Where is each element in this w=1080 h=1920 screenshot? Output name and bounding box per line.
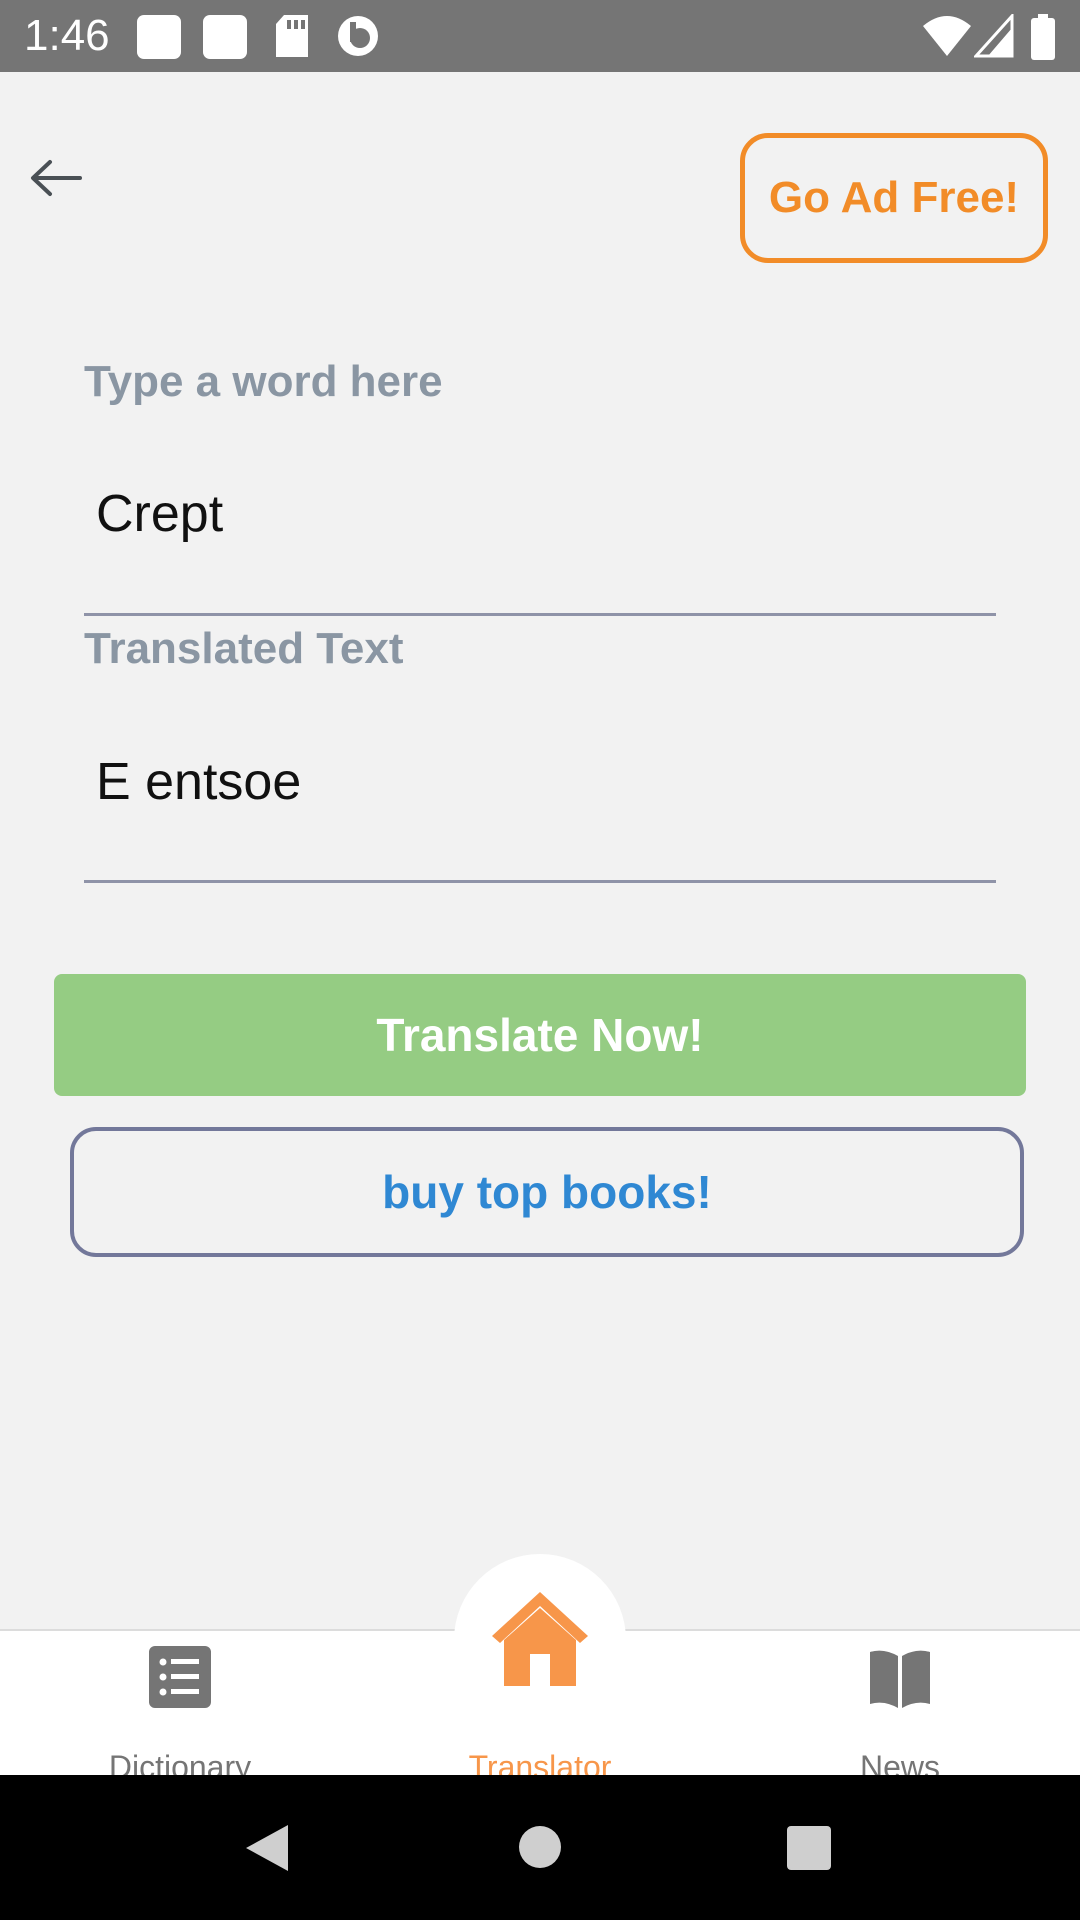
- back-button[interactable]: [18, 140, 94, 216]
- notification-icon: [203, 15, 247, 59]
- translate-now-button[interactable]: Translate Now!: [54, 974, 1026, 1096]
- system-nav-bar: [0, 1775, 1080, 1920]
- status-bar: 1:46: [0, 0, 1080, 72]
- output-underline: [84, 880, 996, 883]
- sd-card-icon: [276, 15, 308, 57]
- battery-icon: [1031, 14, 1055, 60]
- app-notification-icon: [338, 16, 378, 56]
- home-icon: [492, 1592, 588, 1686]
- nav-item-dictionary[interactable]: Dictionary: [30, 1629, 330, 1785]
- output-label: Translated Text: [84, 624, 404, 673]
- wifi-icon: [923, 16, 971, 56]
- nav-item-news[interactable]: News: [750, 1629, 1050, 1785]
- arrow-left-icon: [31, 160, 82, 196]
- back-triangle-icon[interactable]: [244, 1823, 290, 1873]
- cell-signal-icon: [974, 14, 1014, 58]
- home-circle-icon[interactable]: [518, 1825, 562, 1869]
- notification-icon: [137, 15, 181, 59]
- status-time: 1:46: [24, 11, 110, 60]
- word-input[interactable]: Crept: [96, 484, 223, 544]
- nav-item-translator[interactable]: Translator: [390, 1592, 690, 1785]
- input-label: Type a word here: [84, 357, 443, 406]
- input-underline: [84, 613, 996, 616]
- recents-square-icon[interactable]: [786, 1825, 832, 1871]
- list-icon: [149, 1646, 211, 1708]
- translated-text-field[interactable]: E entsoe: [96, 752, 301, 812]
- go-ad-free-button[interactable]: Go Ad Free!: [740, 133, 1048, 263]
- book-icon: [870, 1650, 930, 1708]
- translator-screen: 1:46 Go Ad Free! Type a word here Crept …: [0, 0, 1080, 1920]
- buy-top-books-button[interactable]: buy top books!: [70, 1127, 1024, 1257]
